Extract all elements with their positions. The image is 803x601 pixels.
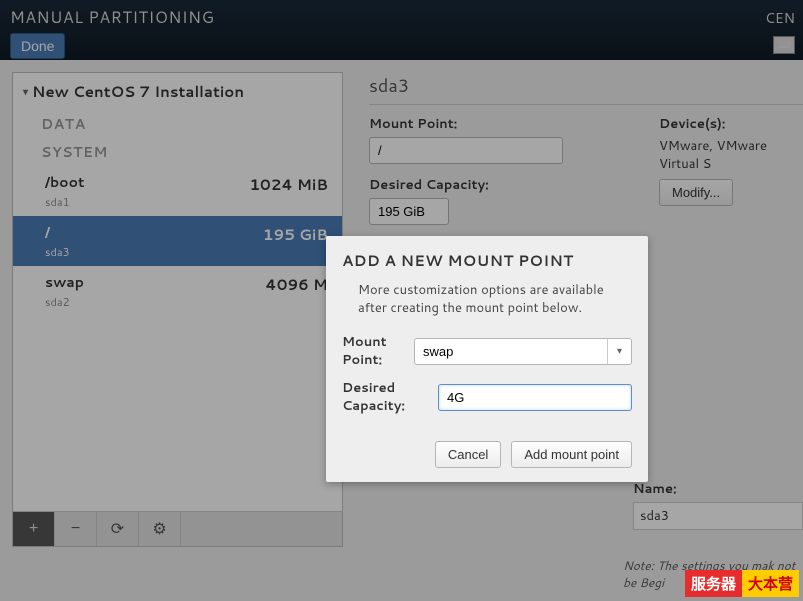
partition-size: 4096 M xyxy=(265,274,328,295)
page-title: MANUAL PARTITIONING xyxy=(10,6,793,29)
remove-partition-button[interactable]: − xyxy=(55,512,97,546)
mount-point-label: Mount Point: xyxy=(369,115,629,133)
add-partition-button[interactable]: + xyxy=(13,512,55,546)
partition-device: sda3 xyxy=(45,244,328,260)
dialog-mount-label: Mount Point: xyxy=(342,333,414,369)
dialog-title: ADD A NEW MOUNT POINT xyxy=(342,250,632,271)
distro-label: CEN xyxy=(765,8,795,28)
devices-text: VMware, VMware Virtual S xyxy=(659,137,803,173)
partition-row-swap[interactable]: swap sda2 4096 M xyxy=(13,266,342,316)
cancel-button[interactable]: Cancel xyxy=(435,441,501,468)
watermark: 服务器 大本营 xyxy=(685,570,799,597)
chevron-down-icon[interactable]: ▾ xyxy=(607,339,631,364)
dialog-body: More customization options are available… xyxy=(342,281,632,317)
devices-label: Device(s): xyxy=(659,115,803,133)
settings-button[interactable]: ⚙ xyxy=(139,512,181,546)
desired-capacity-input[interactable] xyxy=(369,198,449,225)
partition-device: sda2 xyxy=(45,294,328,310)
name-field-area: Name: sda3 xyxy=(633,480,803,530)
watermark-right: 大本营 xyxy=(742,570,799,597)
partition-size: 1024 MiB xyxy=(249,174,328,195)
add-mount-point-dialog: ADD A NEW MOUNT POINT More customization… xyxy=(326,236,648,482)
watermark-left: 服务器 xyxy=(685,570,742,597)
expand-triangle-icon: ▾ xyxy=(23,85,28,99)
partition-toolbar: + − ⟳ ⚙ xyxy=(13,511,342,546)
desired-capacity-label: Desired Capacity: xyxy=(369,176,629,194)
mount-point-input[interactable] xyxy=(369,137,563,164)
keyboard-icon[interactable]: ⌨ xyxy=(773,36,795,54)
done-button[interactable]: Done xyxy=(10,33,65,59)
dialog-capacity-input[interactable] xyxy=(438,384,632,411)
partition-size: 195 GiB xyxy=(263,224,328,245)
dialog-mount-input[interactable] xyxy=(415,339,607,364)
dialog-mount-combo[interactable]: ▾ xyxy=(414,338,632,365)
partition-row-root[interactable]: / sda3 195 GiB › xyxy=(13,216,342,266)
name-label: Name: xyxy=(633,480,803,498)
category-system: SYSTEM xyxy=(13,138,342,166)
reload-button[interactable]: ⟳ xyxy=(97,512,139,546)
modify-button[interactable]: Modify... xyxy=(659,179,733,206)
category-data: DATA xyxy=(13,110,342,138)
install-header-label: New CentOS 7 Installation xyxy=(32,81,244,102)
divider xyxy=(369,104,803,105)
detail-title: sda3 xyxy=(369,72,803,98)
partition-device: sda1 xyxy=(45,194,328,210)
add-mount-point-button[interactable]: Add mount point xyxy=(511,441,632,468)
partition-row-boot[interactable]: /boot sda1 1024 MiB xyxy=(13,166,342,216)
partition-list-panel: ▾ New CentOS 7 Installation DATA SYSTEM … xyxy=(0,60,355,601)
dialog-capacity-label: Desired Capacity: xyxy=(342,379,438,415)
top-bar: MANUAL PARTITIONING Done CEN ⌨ xyxy=(0,0,803,60)
install-header[interactable]: ▾ New CentOS 7 Installation xyxy=(13,73,342,110)
name-value: sda3 xyxy=(633,502,803,530)
partition-tree: ▾ New CentOS 7 Installation DATA SYSTEM … xyxy=(12,72,343,547)
